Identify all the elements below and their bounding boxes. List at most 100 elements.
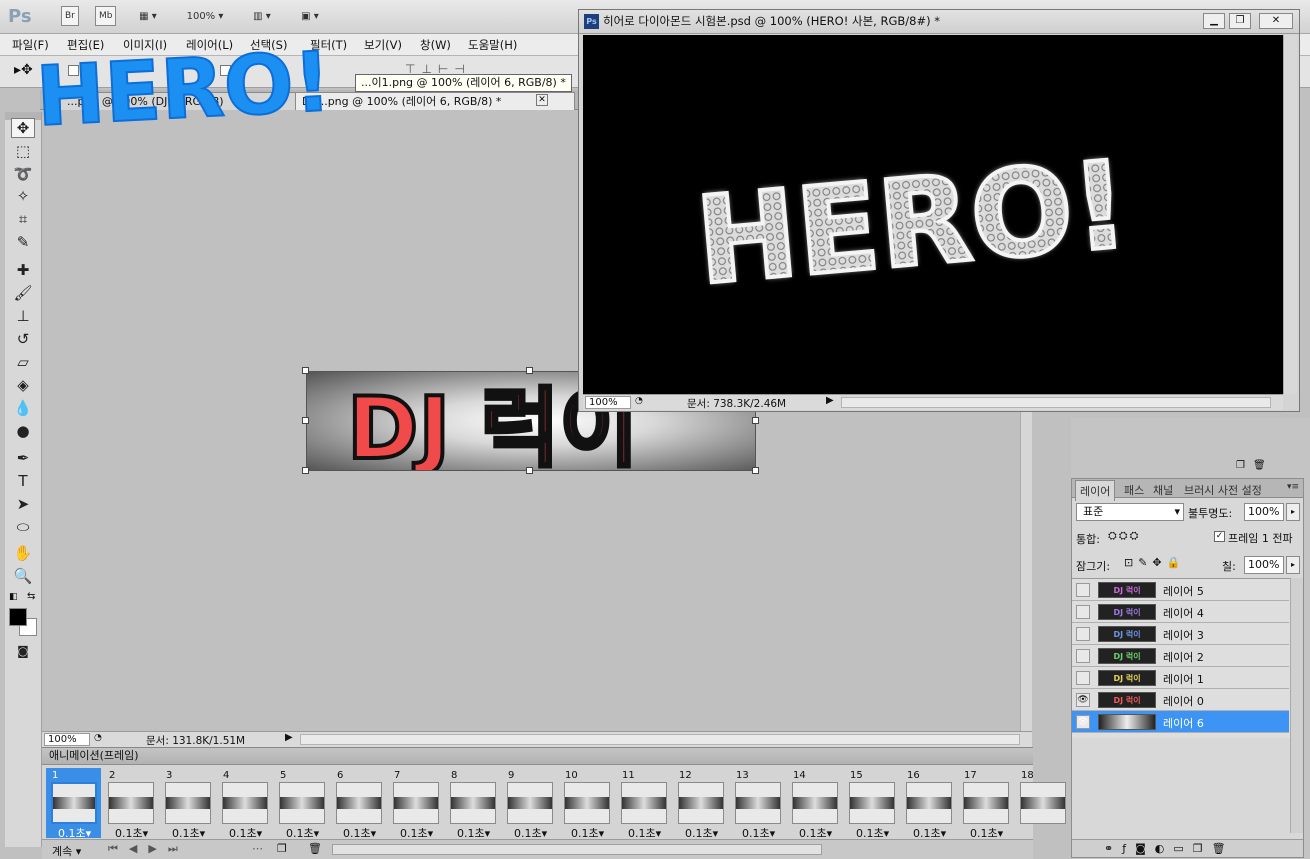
type-tool-icon[interactable]: T xyxy=(11,471,35,491)
screen-mode-dropdown[interactable]: ▣ ▾ xyxy=(292,6,328,26)
animation-frame[interactable]: 6 0.1초▾ xyxy=(331,768,386,840)
magic-wand-tool-icon[interactable]: ✧ xyxy=(11,186,35,206)
hero-document-canvas[interactable]: HERO! HERO! HERO! xyxy=(583,35,1283,394)
visibility-eye-icon[interactable] xyxy=(1076,649,1090,663)
tab-layers[interactable]: 레이어 xyxy=(1075,480,1116,501)
transform-handle-tl[interactable] xyxy=(302,367,309,374)
visibility-eye-icon[interactable] xyxy=(1076,671,1090,685)
layer-row[interactable]: DJ 럭이 레이어 3 xyxy=(1072,623,1289,645)
duplicate-frame-icon[interactable]: ❐ xyxy=(277,842,287,855)
eraser-tool-icon[interactable]: ▱ xyxy=(11,352,35,372)
swap-colors-icon[interactable]: ⇆ xyxy=(27,591,35,602)
opacity-arrow-icon[interactable]: ▸ xyxy=(1286,503,1300,521)
delete-frame-icon[interactable]: 🗑 xyxy=(308,842,322,855)
animation-frame[interactable]: 17 0.1초▾ xyxy=(958,768,1013,840)
transform-handle-bl[interactable] xyxy=(302,467,309,474)
history-brush-tool-icon[interactable]: ↺ xyxy=(11,329,35,349)
layer-row[interactable]: DJ 럭이 레이어 2 xyxy=(1072,645,1289,667)
animation-frame[interactable]: 11 0.1초▾ xyxy=(616,768,671,840)
dodge-tool-icon[interactable]: ● xyxy=(11,421,35,441)
transform-handle-mr[interactable] xyxy=(752,417,759,424)
blend-mode-select[interactable]: 표준 ▾ xyxy=(1076,503,1184,521)
status-info-icon[interactable]: ◔ xyxy=(94,733,102,743)
transform-handle-tm[interactable] xyxy=(526,367,533,374)
close-button[interactable]: ✕ xyxy=(1259,13,1293,29)
doc-status-info-icon[interactable]: ◔ xyxy=(635,396,643,406)
opacity-input[interactable]: 100% xyxy=(1244,503,1284,521)
main-horizontal-scrollbar[interactable] xyxy=(300,734,1020,745)
main-zoom-field[interactable]: 100% xyxy=(44,733,90,746)
zoom-level-dropdown[interactable]: 100% ▾ xyxy=(180,6,230,26)
layer-row[interactable]: DJ 럭이 레이어 4 xyxy=(1072,601,1289,623)
loop-dropdown[interactable]: 계속 ▾ xyxy=(52,843,81,859)
close-tab-icon[interactable]: ✕ xyxy=(536,94,548,106)
crop-tool-icon[interactable]: ⌗ xyxy=(11,209,35,229)
visibility-eye-icon[interactable] xyxy=(1076,605,1090,619)
brush-tool-icon[interactable]: 🖌 xyxy=(11,283,35,303)
quick-mask-icon[interactable]: ◙ xyxy=(11,641,35,661)
frames-scrollbar[interactable] xyxy=(332,844,822,855)
visibility-eye-icon[interactable] xyxy=(1076,583,1090,597)
animation-frame[interactable]: 5 0.1초▾ xyxy=(274,768,329,840)
menu-help[interactable]: 도움말(H) xyxy=(468,37,517,53)
document-zoom-field[interactable]: 100% xyxy=(585,396,631,409)
tab-paths[interactable]: 패스 xyxy=(1124,482,1144,498)
minimize-button[interactable]: ▁ xyxy=(1203,13,1225,29)
clone-stamp-tool-icon[interactable]: ⊥ xyxy=(11,306,35,326)
animation-frame[interactable]: 9 0.1초▾ xyxy=(502,768,557,840)
visibility-eye-icon[interactable]: 👁 xyxy=(1076,715,1090,729)
tab-brush-presets[interactable]: 브러시 사전 설정 xyxy=(1184,482,1262,498)
animation-frame[interactable]: 18 xyxy=(1015,768,1070,838)
visibility-eye-icon[interactable]: 👁 xyxy=(1076,693,1090,707)
default-colors-icon[interactable]: ◧ xyxy=(9,592,18,602)
document-horizontal-scrollbar[interactable] xyxy=(841,397,1271,408)
restore-button[interactable]: ❐ xyxy=(1229,13,1251,29)
pen-tool-icon[interactable]: ✒ xyxy=(11,448,35,468)
doc-status-menu-arrow-icon[interactable]: ▶ xyxy=(826,395,834,406)
marquee-tool-icon[interactable]: ⬚ xyxy=(11,141,35,161)
animation-frame[interactable]: 4 0.1초▾ xyxy=(217,768,272,840)
animation-frame[interactable]: 14 0.1초▾ xyxy=(787,768,842,840)
ellipse-tool-icon[interactable]: ⬭ xyxy=(11,517,35,537)
animation-frame[interactable]: 13 0.1초▾ xyxy=(730,768,785,840)
menu-window[interactable]: 창(W) xyxy=(420,37,451,53)
tab-channels[interactable]: 채널 xyxy=(1153,482,1173,498)
fill-input[interactable]: 100% xyxy=(1244,556,1284,574)
propagate-checkbox[interactable]: ✓ xyxy=(1214,531,1225,542)
paint-bucket-tool-icon[interactable]: ◈ xyxy=(11,375,35,395)
layers-scrollbar[interactable] xyxy=(1290,578,1303,833)
animation-frame[interactable]: 2 0.1초▾ xyxy=(103,768,158,840)
animation-frame[interactable]: 16 0.1초▾ xyxy=(901,768,956,840)
animation-frame[interactable]: 8 0.1초▾ xyxy=(445,768,500,840)
panel-menu-icon[interactable]: ▾≡ xyxy=(1287,482,1299,492)
mini-bridge-button[interactable]: Mb xyxy=(95,6,117,26)
layers-footer-icons[interactable]: ⚭ƒ◙◐▭❐🗑 xyxy=(1072,839,1303,857)
path-selection-tool-icon[interactable]: ➤ xyxy=(11,494,35,514)
animation-frame[interactable]: 12 0.1초▾ xyxy=(673,768,728,840)
bridge-button[interactable]: Br xyxy=(61,6,79,26)
transform-handle-bm[interactable] xyxy=(526,467,533,474)
status-menu-arrow-icon[interactable]: ▶ xyxy=(285,732,293,743)
layer-row[interactable]: 👁 레이어 6 xyxy=(1072,711,1289,733)
animation-frame[interactable]: 1 0.1초▾ xyxy=(46,768,101,840)
visibility-eye-icon[interactable] xyxy=(1076,627,1090,641)
transform-handle-ml[interactable] xyxy=(302,417,309,424)
document-window-titlebar[interactable]: Ps 히어로 다이아몬드 시험본.psd @ 100% (HERO! 사본, R… xyxy=(579,10,1299,34)
animation-frame[interactable]: 7 0.1초▾ xyxy=(388,768,443,840)
foreground-color-swatch[interactable] xyxy=(9,608,27,626)
animation-frame[interactable]: 15 0.1초▾ xyxy=(844,768,899,840)
playback-controls[interactable]: ⏮◀▶⏭ xyxy=(108,842,189,856)
blur-tool-icon[interactable]: 💧 xyxy=(11,398,35,418)
hand-tool-icon[interactable]: ✋ xyxy=(11,543,35,563)
zoom-tool-icon[interactable]: 🔍 xyxy=(11,566,35,586)
arrange-documents-dropdown[interactable]: ▥ ▾ xyxy=(244,6,280,26)
unify-icons[interactable]: ⛭⛭⛭ xyxy=(1108,529,1140,543)
eyedropper-tool-icon[interactable]: ✎ xyxy=(11,232,35,252)
layer-row[interactable]: DJ 럭이 레이어 1 xyxy=(1072,667,1289,689)
upper-panel-footer-icons[interactable]: ❐🗑 xyxy=(1236,460,1274,471)
animation-frame[interactable]: 3 0.1초▾ xyxy=(160,768,215,840)
lock-icons[interactable]: ⊡✎✥🔒 xyxy=(1124,556,1185,569)
animation-frame[interactable]: 10 0.1초▾ xyxy=(559,768,614,840)
document-vertical-scrollbar[interactable] xyxy=(1283,35,1297,394)
lasso-tool-icon[interactable]: ➰ xyxy=(11,164,35,184)
